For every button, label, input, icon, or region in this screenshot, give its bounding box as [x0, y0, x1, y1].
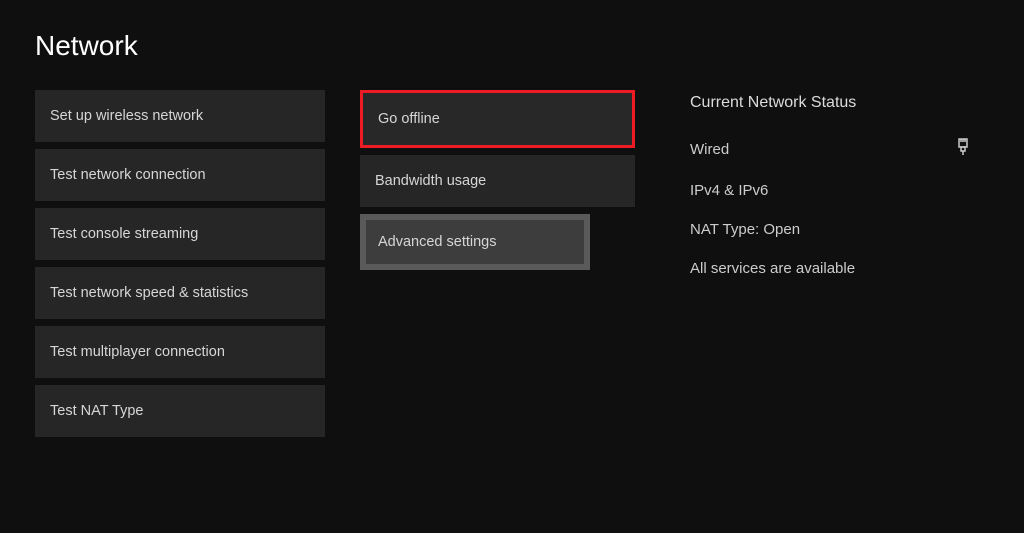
page-title: Network	[35, 30, 989, 62]
menu-column-1: Set up wireless network Test network con…	[35, 90, 325, 437]
wired-icon	[956, 138, 970, 160]
connection-type-row: Wired	[690, 138, 970, 160]
setup-wireless-button[interactable]: Set up wireless network	[35, 90, 325, 142]
services-status: All services are available	[690, 260, 970, 277]
connection-type-label: Wired	[690, 141, 729, 158]
advanced-settings-button[interactable]: Advanced settings	[360, 214, 590, 270]
test-streaming-button[interactable]: Test console streaming	[35, 208, 325, 260]
menu-column-2: Go offline Bandwidth usage Advanced sett…	[360, 90, 635, 437]
status-column: Current Network Status Wired IPv4 & IPv6…	[670, 90, 970, 437]
test-speed-button[interactable]: Test network speed & statistics	[35, 267, 325, 319]
test-multiplayer-button[interactable]: Test multiplayer connection	[35, 326, 325, 378]
test-nat-button[interactable]: Test NAT Type	[35, 385, 325, 437]
bandwidth-usage-button[interactable]: Bandwidth usage	[360, 155, 635, 207]
go-offline-button[interactable]: Go offline	[360, 90, 635, 148]
ip-status: IPv4 & IPv6	[690, 182, 970, 199]
status-heading: Current Network Status	[690, 94, 970, 112]
nat-status: NAT Type: Open	[690, 221, 970, 238]
test-connection-button[interactable]: Test network connection	[35, 149, 325, 201]
